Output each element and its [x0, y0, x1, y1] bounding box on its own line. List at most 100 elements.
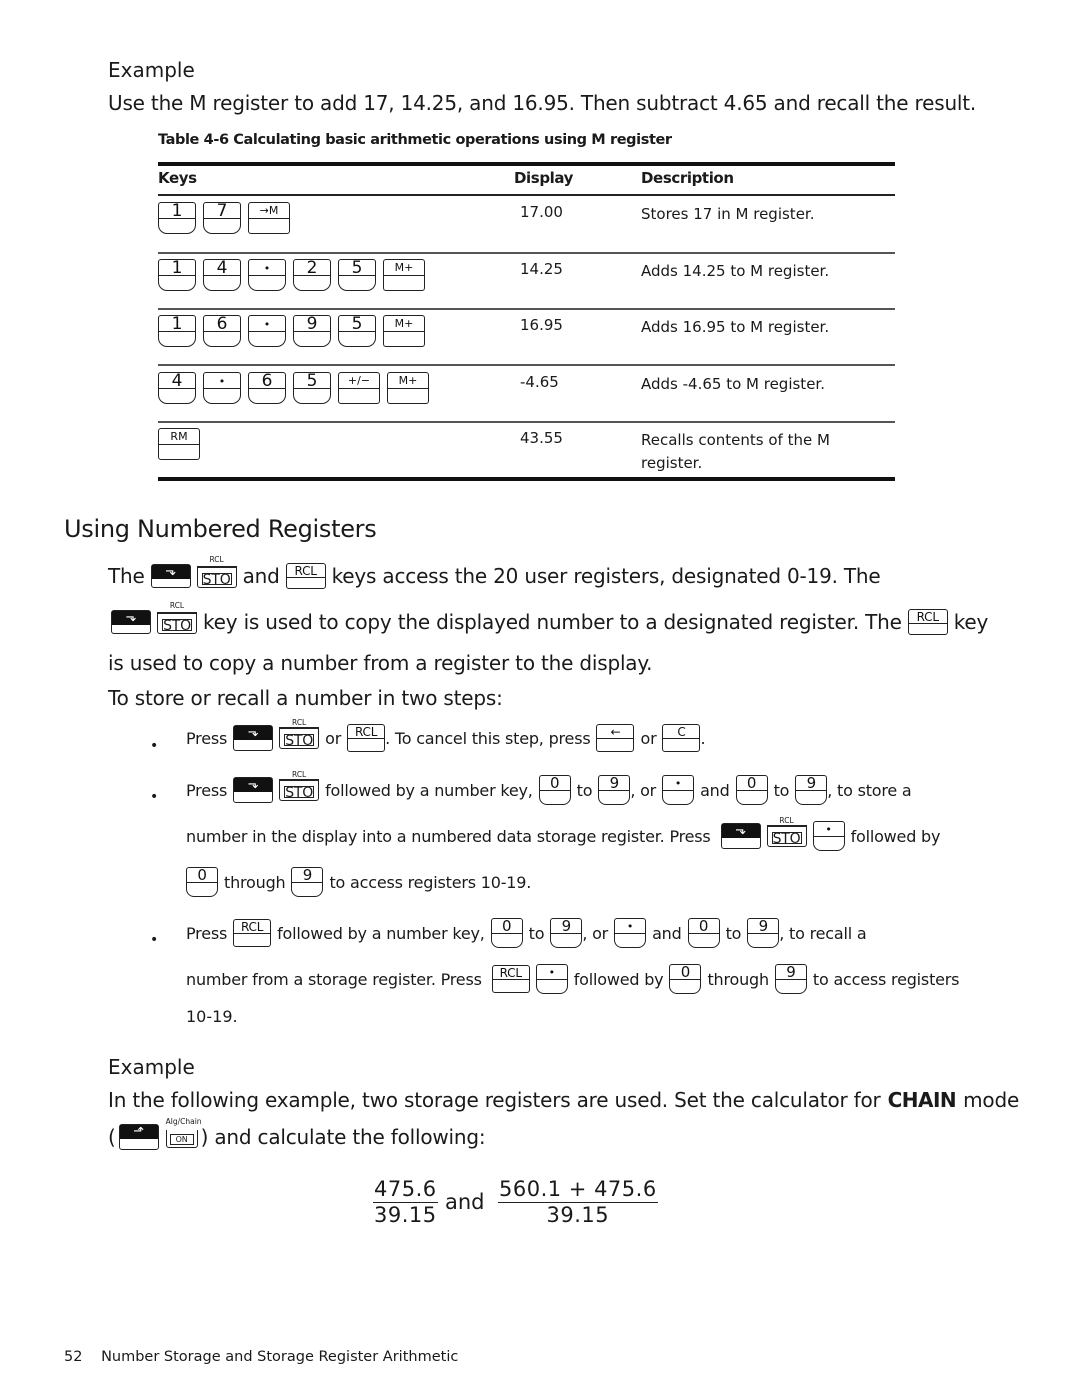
key-0: 0 [735, 775, 768, 805]
display-value: 14.25 [520, 260, 563, 278]
paragraph-line: To store or recall a number in two steps… [108, 686, 503, 710]
shift-down-key: ⬎ [233, 777, 274, 803]
example-intro: Use the M register to add 17, 14.25, and… [108, 91, 977, 115]
text: ( [108, 1125, 116, 1149]
key-4: 4 [158, 372, 196, 404]
shift-down-key: ⬎ [150, 564, 191, 588]
text: , to store a [827, 780, 912, 800]
shift-up-icon: ⬏ [119, 1125, 158, 1139]
bullet-item: Press ⬎ RCL STO or RCL . To cancel this s… [186, 718, 706, 752]
text: to [576, 780, 593, 800]
key-9: 9 [598, 775, 631, 805]
text: . To cancel this step, press [385, 728, 591, 748]
text: followed by [850, 826, 941, 846]
paragraph-line: ( ⬏ Alg/Chain ON ) and calculate the foll… [108, 1117, 486, 1150]
key-decimal: • [203, 372, 241, 404]
shift-down-key: ⬎ [233, 725, 274, 751]
paragraph-line: is used to copy a number from a register… [108, 651, 653, 675]
example-heading: Example [108, 58, 195, 82]
sto-key: RCL STO [279, 718, 320, 749]
text: In the following example, two storage re… [108, 1088, 881, 1112]
backspace-key: ← [596, 724, 635, 752]
description: Recalls contents of the M register. [641, 431, 830, 472]
shift-down-icon: ⬎ [151, 565, 190, 579]
key-sequence: 1 4 • 2 5 M+ [158, 259, 425, 291]
rcl-key: RCL [285, 563, 326, 589]
key-9: 9 [795, 775, 828, 805]
text: key [953, 610, 989, 634]
key-9: 9 [293, 315, 331, 347]
table-row: 1 7 →M 17.00 Stores 17 in M register. [158, 196, 895, 252]
text: Press [186, 728, 228, 748]
backspace-icon: ← [597, 725, 634, 739]
header-keys: Keys [158, 169, 197, 187]
key-recall-m: RM [158, 428, 200, 460]
key-9: 9 [774, 964, 807, 994]
key-m-plus: M+ [383, 259, 425, 291]
rcl-key: RCL [233, 919, 272, 947]
bullet-item-continued: 10-19. [186, 1007, 238, 1026]
text: to access registers 10-19. [329, 872, 532, 892]
display-value: 17.00 [520, 203, 563, 221]
rcl-key: RCL [491, 965, 530, 993]
page-number: 52 [64, 1349, 83, 1365]
fraction-denominator: 39.15 [546, 1203, 610, 1227]
key-6: 6 [203, 315, 241, 347]
header-display: Display [514, 169, 574, 187]
header-description: Description [641, 169, 734, 187]
table-row: 1 6 • 9 5 M+ 16.95 Adds 16.95 to M regis… [158, 309, 895, 365]
text: ) and calculate the following: [200, 1125, 486, 1149]
fraction-denominator: 39.15 [374, 1203, 437, 1227]
description: Adds -4.65 to M register. [641, 375, 825, 393]
key-1: 1 [158, 259, 196, 291]
text: Press [186, 923, 228, 943]
rcl-key: RCL [347, 724, 386, 752]
bullet-item-continued: number from a storage register. Press RC… [186, 964, 959, 994]
text: or [640, 728, 657, 748]
key-decimal: • [662, 775, 695, 805]
text: , to recall a [779, 923, 867, 943]
key-decimal: • [535, 964, 568, 994]
key-7: 7 [203, 202, 241, 234]
fraction-2: 560.1 + 475.6 39.15 [498, 1178, 658, 1227]
shift-down-icon: ⬎ [721, 824, 760, 838]
text: , or [630, 780, 657, 800]
table-row: RM 43.55 Recalls contents of the M regis… [158, 422, 895, 478]
bullet-item-continued: number in the display into a numbered da… [186, 816, 941, 851]
key-6: 6 [248, 372, 286, 404]
text: to access registers [812, 969, 960, 989]
shift-up-key: ⬏ [118, 1124, 159, 1150]
key-decimal: • [248, 259, 286, 291]
bullet-item: Press ⬎ RCL STO followed by a number key,… [186, 770, 912, 805]
section-title: Using Numbered Registers [64, 515, 377, 543]
text: to [528, 923, 545, 943]
key-9: 9 [747, 918, 780, 948]
text: to [725, 923, 742, 943]
text: through [224, 872, 286, 892]
text: . [700, 728, 706, 748]
key-sequence: RM [158, 428, 200, 460]
sto-key: RCL STO [279, 770, 320, 801]
and-label: and [445, 1190, 485, 1214]
on-key: Alg/Chain ON [165, 1117, 202, 1149]
text: and [700, 780, 730, 800]
description: Adds 16.95 to M register. [641, 318, 830, 336]
text: followed by [573, 969, 664, 989]
key-1: 1 [158, 315, 196, 347]
text: The [108, 564, 145, 588]
text: key is used to copy the displayed number… [203, 610, 902, 634]
text: number in the display into a numbered da… [186, 826, 711, 846]
bullet-marker: • [150, 932, 159, 948]
table-caption: Table 4-6 Calculating basic arithmetic o… [158, 132, 672, 148]
text: keys access the 20 user registers, desig… [331, 564, 881, 588]
key-5: 5 [338, 315, 376, 347]
shift-down-icon: ⬎ [234, 778, 273, 792]
text: mode [963, 1088, 1020, 1112]
chain-mode-label: CHAIN [887, 1088, 957, 1112]
key-sequence: 1 6 • 9 5 M+ [158, 315, 425, 347]
sto-key: RCL STO [157, 601, 197, 635]
key-decimal: • [248, 315, 286, 347]
display-value: 16.95 [520, 316, 563, 334]
key-0: 0 [687, 918, 720, 948]
key-decimal: • [812, 821, 845, 851]
